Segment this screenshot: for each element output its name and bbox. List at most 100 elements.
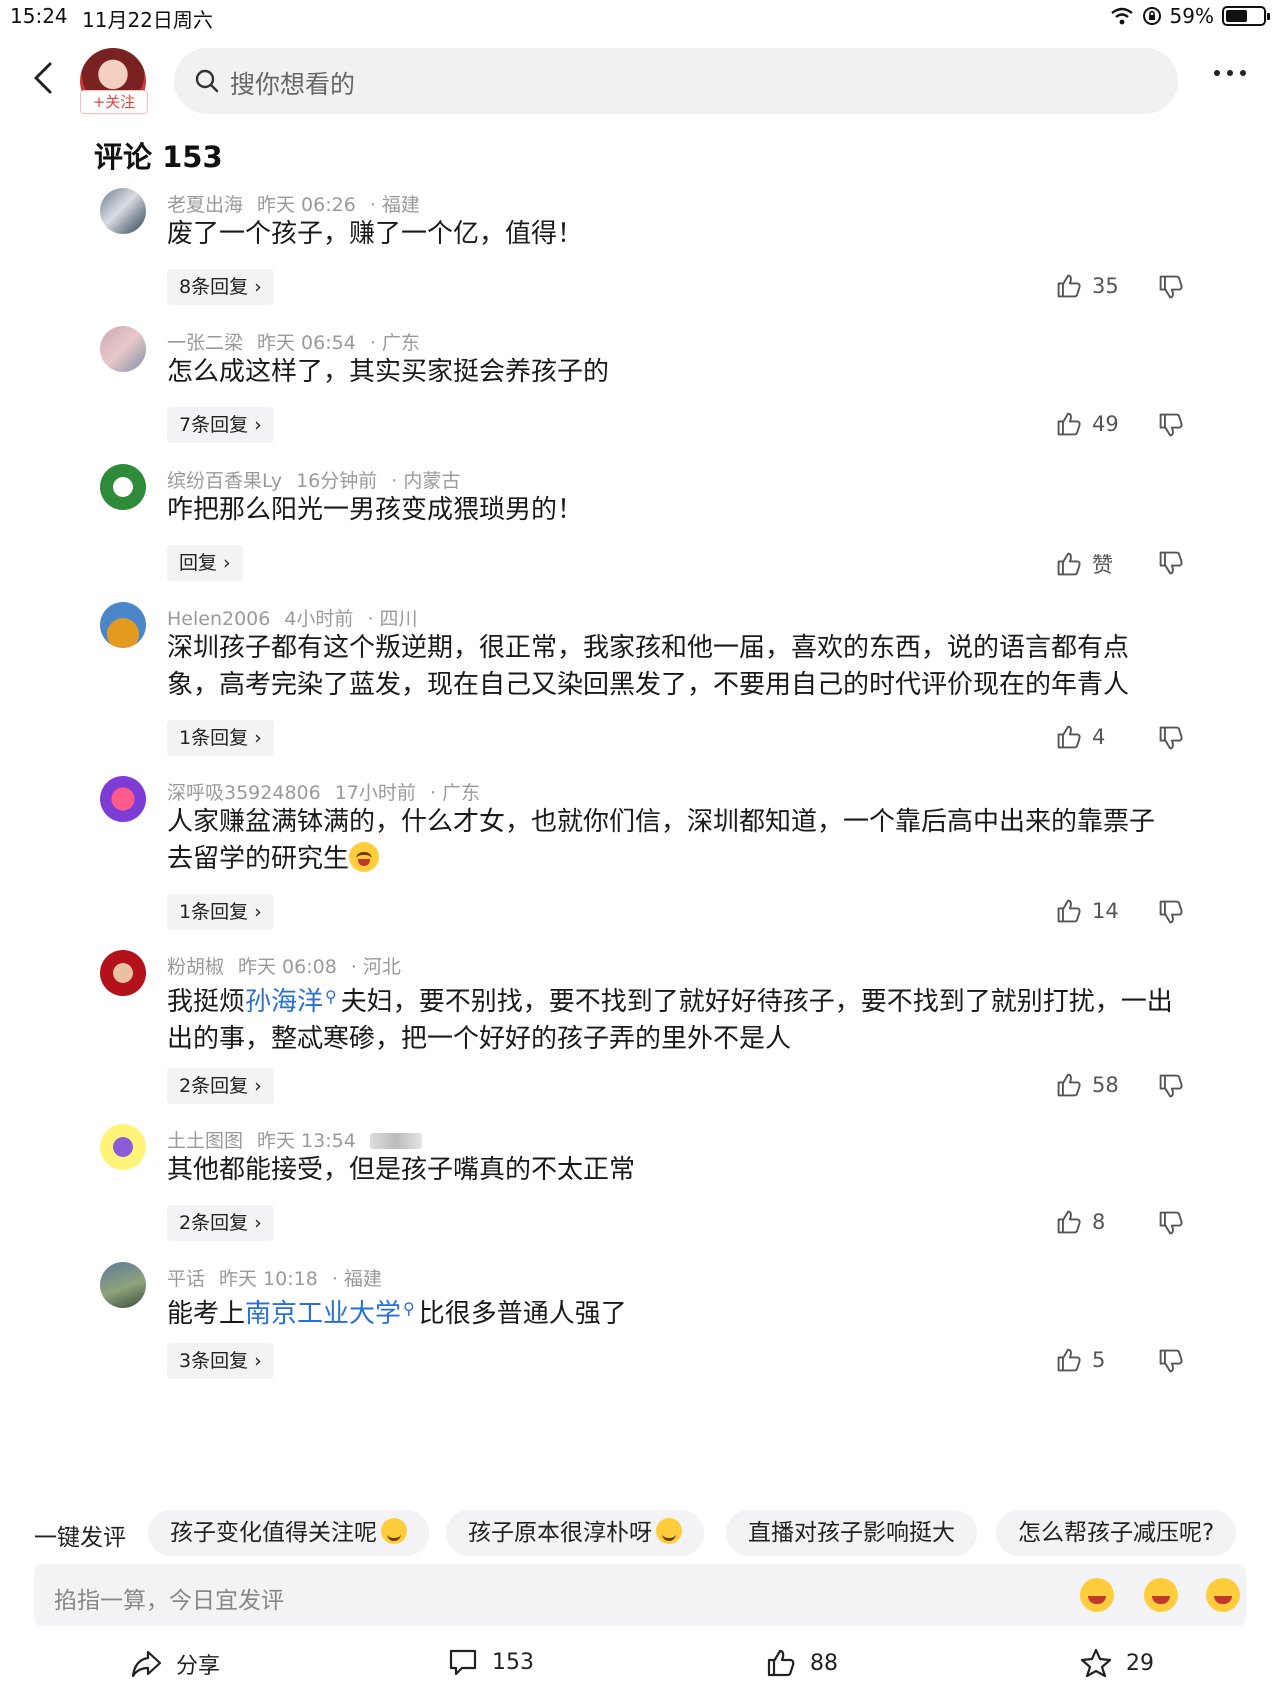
like-button[interactable]: 88 [766,1648,838,1678]
view-replies-button[interactable]: 2条回复 › [167,1205,274,1241]
view-replies-button[interactable]: 回复 › [167,545,243,581]
laugh-cry-emoji-icon [349,842,380,872]
commenter-avatar[interactable] [100,602,146,648]
quick-reply-chip[interactable]: 直播对孩子影响挺大 [726,1510,977,1556]
commenter-name[interactable]: 一张二梁 [167,332,243,354]
search-hint-icon: ⚲ [403,1299,415,1318]
comment-region: · 内蒙古 [391,470,461,492]
rotation-lock-icon [1142,7,1161,25]
commenter-name[interactable]: Helen2006 [167,608,270,630]
wink-emoji-icon [381,1518,407,1544]
share-button[interactable]: 分享 [130,1648,220,1680]
comment-text: 能考上南京工业大学 ⚲ 比很多普通人强了 [167,1299,627,1329]
view-replies-button[interactable]: 1条回复 › [167,720,274,756]
comment-input[interactable]: 掐指一算，今日宜发评 [34,1564,1246,1626]
commenter-name[interactable]: 土土图图 [167,1130,243,1152]
comment-region: · 广东 [369,332,420,354]
thumbs-up-icon [1057,1348,1081,1372]
comment-like-button[interactable]: 58 [1056,1072,1119,1098]
comment-like-button[interactable]: 14 [1056,898,1119,924]
comment-like-button[interactable]: 8 [1056,1209,1105,1235]
view-replies-button[interactable]: 1条回复 › [167,894,274,930]
search-placeholder: 搜你想看的 [230,70,356,99]
comment-time: 17小时前 [334,782,416,804]
commenter-name[interactable]: 缤纷百香果Ly [167,470,282,492]
follow-button[interactable]: +关注 [80,90,148,114]
comment-dislike-button[interactable] [1158,274,1184,304]
comment-text: 咋把那么阳光一男孩变成猥琐男的！ [167,495,584,525]
back-chevron-icon[interactable] [26,58,66,98]
comment-dislike-button[interactable] [1158,1073,1184,1103]
favorite-button[interactable]: 29 [1080,1648,1154,1678]
laugh-cry-emoji-icon[interactable] [1080,1578,1114,1612]
comment-meta: 老夏出海 昨天 06:26 · 福建 [167,190,448,217]
comment-text: 我挺烦孙海洋 ⚲ 夫妇，要不别找，要不找到了就好好待孩子，要不找到了就别打扰，一出出… [167,987,1173,1054]
commenter-name[interactable]: 平话 [167,1268,205,1290]
comment-like-button[interactable]: 35 [1056,273,1119,299]
quick-reply-chip[interactable]: 孩子变化值得关注呢 [148,1510,429,1556]
view-replies-button[interactable]: 8条回复 › [167,269,274,305]
topic-link[interactable]: 孙海洋 [245,987,323,1017]
comments-heading: 评论 153 [94,140,223,174]
comment-icon [449,1649,477,1676]
comment-meta: 一张二梁 昨天 06:54 · 广东 [167,328,448,355]
thumbs-up-icon [1057,1210,1081,1234]
thumbs-down-icon [1159,726,1183,750]
view-replies-button[interactable]: 2条回复 › [167,1068,274,1104]
comment-dislike-button[interactable] [1158,1210,1184,1240]
search-bar[interactable]: 搜你想看的 [174,48,1178,114]
comment-time: 昨天 06:54 [257,332,356,354]
star-eyes-emoji-icon[interactable] [1144,1578,1178,1612]
comment-meta: Helen2006 4小时前 · 四川 [167,604,446,631]
comment-text: 废了一个孩子，赚了一个亿，值得！ [167,219,584,249]
commenter-avatar[interactable] [100,776,146,822]
view-replies-button[interactable]: 3条回复 › [167,1343,274,1379]
comment-dislike-button[interactable] [1158,899,1184,929]
comment-text: 深圳孩子都有这个叛逆期，很正常，我家孩和他一届，喜欢的东西，说的语言都有点象，高… [167,633,1130,700]
quick-reply-chip[interactable]: 怎么帮孩子减压呢? [996,1510,1237,1556]
wifi-icon [1110,7,1133,25]
comment-like-count: 5 [1092,1348,1106,1372]
thumbs-up-icon [1057,552,1081,576]
star-icon [1080,1648,1112,1678]
comment-dislike-button[interactable] [1158,725,1184,755]
comment-like-button[interactable]: 5 [1056,1347,1105,1373]
comment-time: 4小时前 [284,608,354,630]
commenter-avatar[interactable] [100,1262,146,1308]
commenter-name[interactable]: 深呼吸35924806 [167,782,321,804]
thumbs-down-icon [1159,1074,1183,1098]
commenter-avatar[interactable] [100,188,146,234]
comment-like-count: 58 [1092,1073,1119,1097]
commenter-avatar[interactable] [100,464,146,510]
comment-like-count: 赞 [1092,553,1113,577]
comment-dislike-button[interactable] [1158,550,1184,580]
quick-reply-chip[interactable]: 孩子原本很淳朴呀 [446,1510,704,1556]
comment-dislike-button[interactable] [1158,1348,1184,1378]
comment-like-button[interactable]: 49 [1056,411,1119,437]
commenter-avatar[interactable] [100,1124,146,1170]
comment-text: 其他都能接受，但是孩子嘴真的不太正常 [167,1155,636,1185]
thumbs-up-icon [1057,725,1081,749]
grin-emoji-icon[interactable] [1206,1578,1240,1612]
status-right: 59% [1110,4,1270,28]
comment-like-button[interactable]: 4 [1056,724,1105,750]
thumbs-down-icon [1159,900,1183,924]
comment-region: · 广东 [429,782,481,804]
comment-dislike-button[interactable] [1158,412,1184,442]
comment-like-button[interactable]: 赞 [1056,549,1113,579]
commenter-name[interactable]: 老夏出海 [167,194,243,216]
view-replies-button[interactable]: 7条回复 › [167,407,274,443]
commenter-avatar[interactable] [100,326,146,372]
commenter-name[interactable]: 粉胡椒 [167,956,224,978]
commenter-avatar[interactable] [100,950,146,996]
status-bar: 15:24 11月22日周六 59% [0,0,1280,34]
comment-like-count: 8 [1092,1210,1106,1234]
more-menu-icon[interactable] [1214,70,1246,76]
comment-time: 昨天 06:26 [257,194,356,216]
comment-region: · 河北 [350,956,401,978]
topic-link[interactable]: 南京工业大学 [245,1299,401,1329]
thumbs-up-icon [767,1649,795,1677]
comments-button[interactable]: 153 [448,1648,534,1676]
comment-like-count: 14 [1092,899,1119,923]
thumbs-down-icon [1159,275,1183,299]
